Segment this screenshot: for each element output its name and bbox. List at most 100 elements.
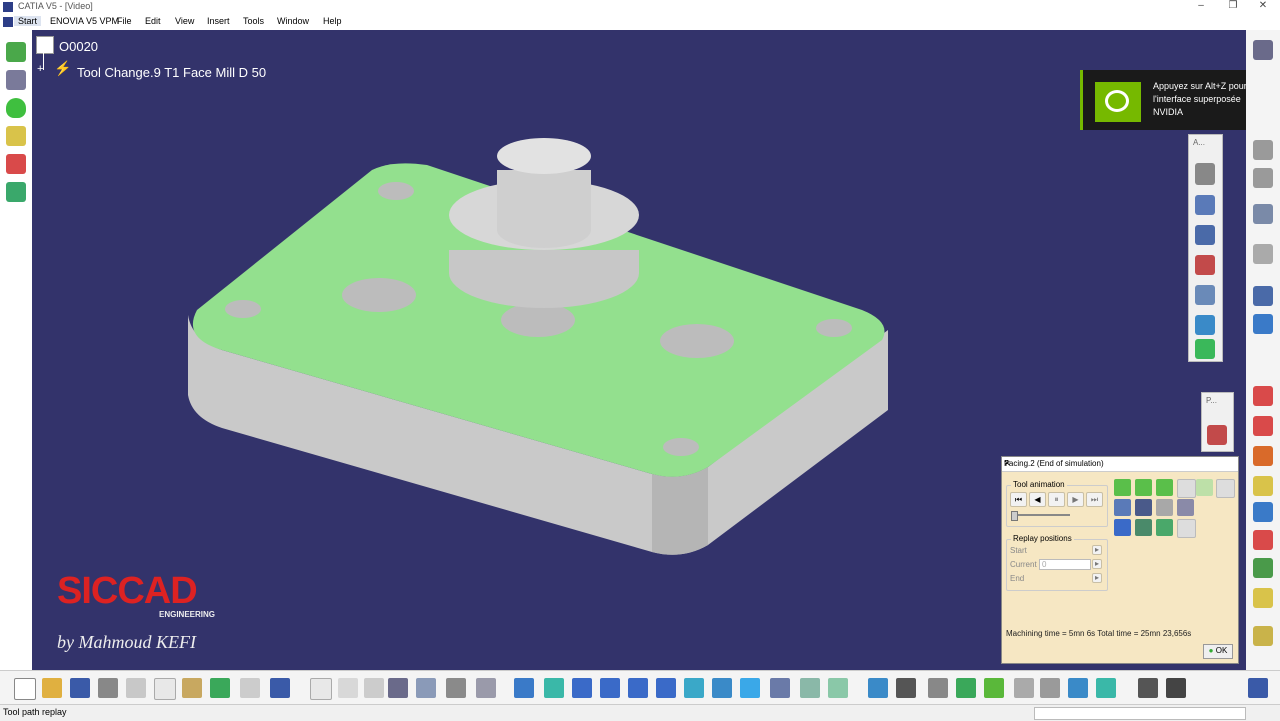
save-icon[interactable] <box>70 678 90 698</box>
zoom-in-icon[interactable] <box>628 678 648 698</box>
iso-view-icon[interactable] <box>740 678 760 698</box>
swap-space-icon[interactable] <box>828 678 848 698</box>
snap-icon[interactable] <box>1096 678 1116 698</box>
copy-icon[interactable] <box>154 678 176 700</box>
display-holder-icon[interactable] <box>1135 499 1152 516</box>
cut-icon[interactable] <box>126 678 146 698</box>
pan-icon[interactable] <box>572 678 592 698</box>
workbench-icon[interactable] <box>1253 40 1273 60</box>
fit-all-icon[interactable] <box>544 678 564 698</box>
simulation-icon[interactable] <box>1195 225 1215 245</box>
chain-icon[interactable] <box>1195 163 1215 185</box>
close-window-button[interactable]: ✕ <box>1252 0 1274 11</box>
step-back-button[interactable]: ◀ <box>1029 492 1046 507</box>
current-position-field[interactable]: 0 <box>1039 559 1091 570</box>
list-icon[interactable] <box>1253 314 1273 334</box>
color-mode-icon[interactable] <box>1177 499 1194 516</box>
machining-icon[interactable] <box>1253 204 1273 224</box>
animation-slider-handle[interactable] <box>1011 511 1018 521</box>
current-pick-button[interactable]: ▸ <box>1092 559 1102 569</box>
grid-icon[interactable] <box>1040 678 1060 698</box>
design-table-icon[interactable] <box>446 678 466 698</box>
catalog-browser-icon[interactable] <box>416 678 436 698</box>
ok-button[interactable]: ● OK <box>1203 644 1233 659</box>
tool-path-icon[interactable] <box>1195 255 1215 275</box>
tools-icon[interactable] <box>1014 678 1034 698</box>
plane-mode-icon[interactable] <box>1177 479 1196 498</box>
play-button[interactable]: ▶ <box>1067 492 1084 507</box>
open-file-icon[interactable] <box>42 678 62 698</box>
options-mode-icon[interactable] <box>1216 479 1235 498</box>
print-icon[interactable] <box>98 678 118 698</box>
formula-icon[interactable] <box>310 678 332 700</box>
facing-icon[interactable] <box>1253 476 1273 496</box>
new-file-icon[interactable] <box>14 678 36 700</box>
keyboard-icon[interactable] <box>896 678 916 698</box>
replay-icon[interactable] <box>1195 195 1215 215</box>
stock-icon[interactable] <box>1253 588 1273 608</box>
pocketing-icon[interactable] <box>1253 446 1273 466</box>
display-stock-icon[interactable] <box>1156 499 1173 516</box>
reframe-icon[interactable] <box>868 678 888 698</box>
stop-mode-icon[interactable] <box>1196 479 1213 496</box>
check-icon[interactable] <box>956 678 976 698</box>
start-pick-button[interactable]: ▸ <box>1092 545 1102 555</box>
menu-start[interactable]: Start <box>14 16 42 26</box>
menu-window[interactable]: Window <box>277 16 309 26</box>
minimize-button[interactable]: – <box>1190 0 1212 11</box>
pause-button[interactable]: ⏸ <box>1048 492 1065 507</box>
knowledge-icon[interactable] <box>364 678 384 698</box>
sheet-icon[interactable] <box>1253 386 1273 406</box>
hide-show-icon[interactable] <box>800 678 820 698</box>
measure-icon[interactable] <box>1177 519 1196 538</box>
maximize-button[interactable]: ❐ <box>1222 0 1244 11</box>
menu-view[interactable]: View <box>175 16 194 26</box>
dialog-close-button[interactable]: ✕ <box>1004 459 1011 468</box>
end-pick-button[interactable]: ▸ <box>1092 573 1102 583</box>
catalog-icon[interactable] <box>1253 140 1273 160</box>
menu-tools[interactable]: Tools <box>243 16 264 26</box>
tool-icon[interactable] <box>6 126 26 146</box>
drilling-icon[interactable] <box>1253 416 1273 436</box>
collision-icon[interactable] <box>1156 519 1173 536</box>
command-input[interactable] <box>1034 707 1246 720</box>
measure-between-icon[interactable] <box>1138 678 1158 698</box>
menu-file[interactable]: File <box>117 16 132 26</box>
zoom-out-icon[interactable] <box>656 678 676 698</box>
fixture-icon[interactable] <box>1253 626 1273 646</box>
nc-output-icon[interactable] <box>1195 315 1215 335</box>
tool-path-mode-icon[interactable] <box>1135 479 1152 496</box>
strategy-icon[interactable] <box>6 154 26 174</box>
fly-mode-icon[interactable] <box>514 678 534 698</box>
menu-edit[interactable]: Edit <box>145 16 161 26</box>
points-icon[interactable] <box>1195 285 1215 305</box>
analysis-icon[interactable] <box>1135 519 1152 536</box>
menu-enovia[interactable]: ENOVIA V5 VPM <box>50 16 119 26</box>
redo-icon[interactable] <box>240 678 260 698</box>
animation-slider-track[interactable] <box>1012 514 1070 516</box>
multi-view-icon[interactable] <box>712 678 732 698</box>
paste-icon[interactable] <box>182 678 202 698</box>
fast-forward-button[interactable]: ⏭ <box>1086 492 1103 507</box>
measure-item-icon[interactable] <box>1166 678 1186 698</box>
rotate-icon[interactable] <box>600 678 620 698</box>
feed-speed-icon[interactable] <box>6 182 26 202</box>
compass-icon[interactable] <box>1068 678 1088 698</box>
part-operation-icon[interactable] <box>6 42 26 62</box>
rewind-button[interactable]: ⏮ <box>1010 492 1027 507</box>
shading-icon[interactable] <box>770 678 790 698</box>
comment-icon[interactable] <box>338 678 358 698</box>
parameters-icon[interactable] <box>984 678 1004 698</box>
operation-icon[interactable] <box>1253 286 1273 306</box>
menu-help[interactable]: Help <box>323 16 342 26</box>
select-icon[interactable] <box>1253 244 1273 264</box>
menu-insert[interactable]: Insert <box>207 16 230 26</box>
contour-icon[interactable] <box>1253 530 1273 550</box>
prismatic-icon[interactable] <box>1207 425 1227 445</box>
ruler-icon[interactable] <box>928 678 948 698</box>
machine-icon[interactable] <box>6 70 26 90</box>
camera-icon[interactable] <box>1114 519 1131 536</box>
point-mode-icon[interactable] <box>1156 479 1173 496</box>
display-tool-icon[interactable] <box>1114 499 1131 516</box>
geometry-icon[interactable] <box>6 98 26 118</box>
